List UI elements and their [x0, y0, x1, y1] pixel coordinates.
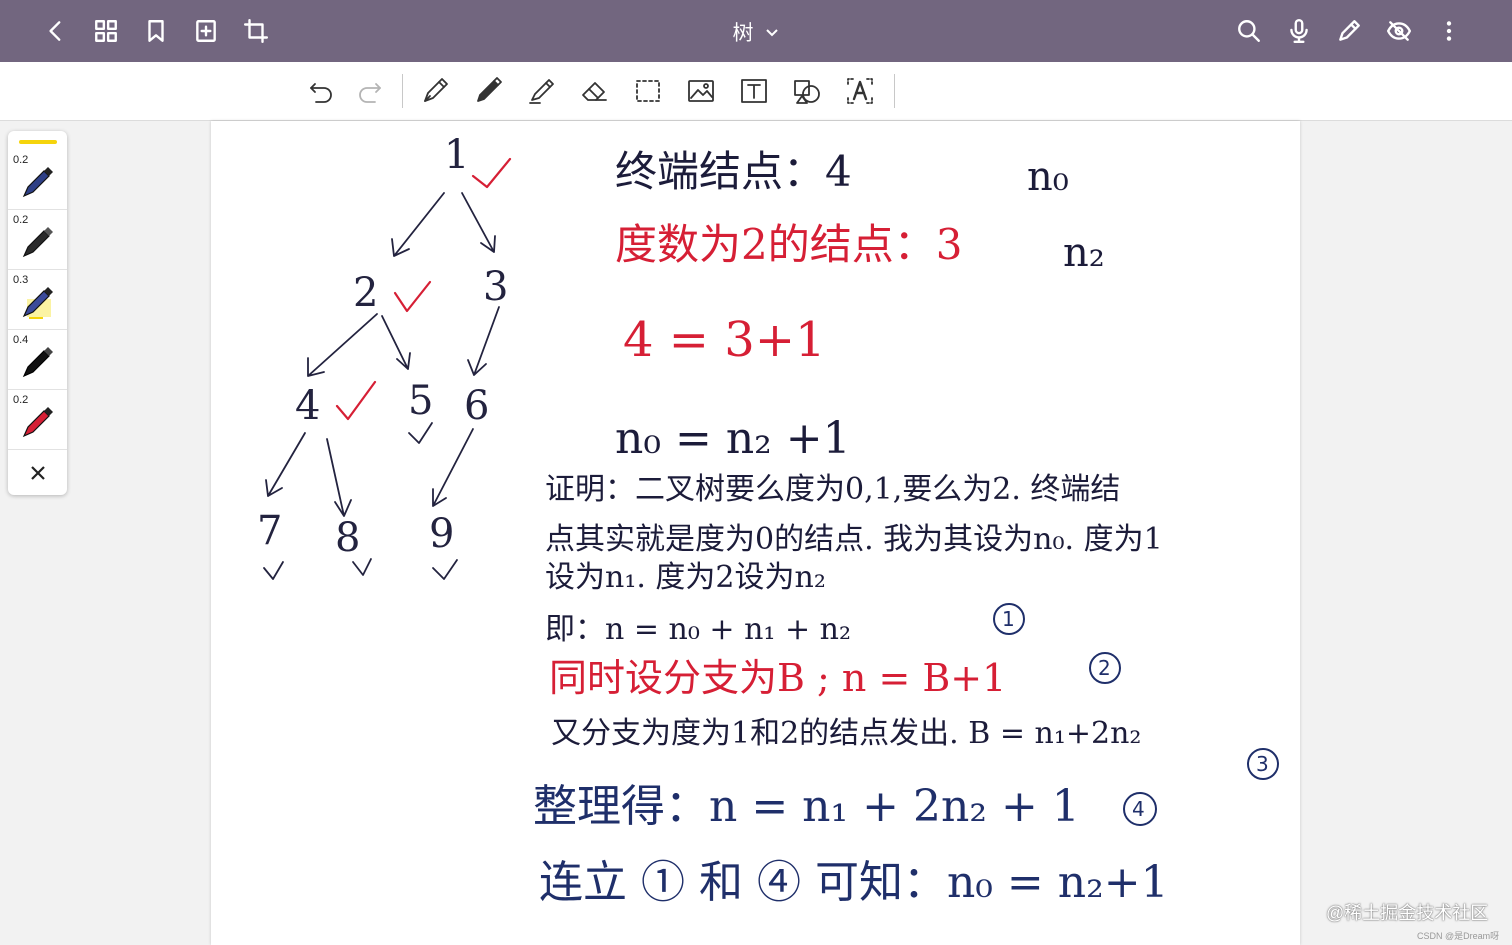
undo-icon[interactable] — [303, 73, 339, 109]
tree-node: 9 — [429, 511, 455, 557]
tree-node: 3 — [483, 264, 509, 310]
toolbar-divider — [402, 74, 403, 108]
circle-label-3: 3 — [1256, 752, 1269, 776]
lasso-select-icon[interactable] — [630, 73, 666, 109]
watermark: @稀土掘金技术社区 — [1326, 903, 1489, 923]
image-insert-icon[interactable] — [683, 73, 719, 109]
microphone-icon[interactable] — [1282, 14, 1316, 48]
pen-preset-1[interactable]: 0.2 — [8, 151, 67, 210]
more-options-icon[interactable] — [1432, 14, 1466, 48]
toolbar-divider — [894, 74, 895, 108]
red-pen-icon — [22, 407, 53, 438]
drawing-toolbar — [0, 62, 1512, 121]
note-degree2-nodes: 度数为2的结点：3 — [615, 220, 963, 269]
tree-edges — [265, 192, 500, 517]
tree-node: 4 — [295, 383, 321, 429]
blue-pen-icon — [22, 167, 53, 198]
note-n0-equation: n₀ = n₂ +1 — [615, 413, 851, 464]
pen-mode-icon[interactable] — [1332, 14, 1366, 48]
note-n0-symbol: n₀ — [1027, 154, 1069, 200]
proof-line-2: 点其实就是度为0的结点. 我为其设为n₀. 度为1 — [545, 522, 1163, 557]
credit-text: CSDN @是Dream呀 — [1417, 931, 1500, 941]
pen-preset-3-selected[interactable]: 0.3 — [8, 271, 67, 330]
redo-icon[interactable] — [352, 73, 388, 109]
pen-palette: 0.2 0.2 0.3 0.4 0.2 — [8, 131, 67, 495]
search-icon[interactable] — [1232, 14, 1266, 48]
chevron-down-icon — [765, 29, 778, 37]
highlighter-icon[interactable] — [523, 73, 559, 109]
text-box-icon[interactable] — [736, 73, 772, 109]
circle-label-4: 4 — [1132, 797, 1145, 821]
tree-node: 6 — [464, 383, 490, 429]
shape-tool-icon[interactable] — [789, 73, 825, 109]
fountain-pen-icon[interactable] — [417, 73, 453, 109]
ballpoint-pen-icon[interactable] — [470, 73, 506, 109]
highlight-color-swatch[interactable] — [19, 140, 57, 144]
tree-node: 1 — [444, 132, 470, 178]
crop-icon[interactable] — [239, 14, 273, 48]
close-palette-icon[interactable] — [8, 456, 67, 490]
note-terminal-nodes: 终端结点：4 — [615, 147, 852, 196]
proof-line-8: 连立 ① 和 ④ 可知：n₀ = n₂+1 — [539, 857, 1169, 908]
back-arrow-icon[interactable] — [39, 14, 73, 48]
proof-line-4: 即：n = n₀ + n₁ + n₂ — [545, 612, 851, 647]
proof-line-1: 证明：二叉树要么度为0,1,要么为2. 终端结 — [545, 472, 1121, 507]
tree-node: 7 — [257, 508, 283, 554]
top-app-bar: 树 — [0, 0, 1512, 62]
proof-line-7: 整理得：n = n₁ + 2n₂ + 1 — [533, 781, 1080, 832]
note-equation-red: 4 = 3+1 — [623, 312, 826, 368]
note-n2-symbol: n₂ — [1063, 230, 1105, 276]
circle-label-2: 2 — [1098, 656, 1111, 680]
highlighted-blue-pen-icon — [22, 287, 53, 319]
ocr-text-icon[interactable] — [842, 73, 878, 109]
bookmark-icon[interactable] — [139, 14, 173, 48]
eraser-icon[interactable] — [576, 73, 612, 109]
black-marker-icon — [22, 347, 53, 378]
tree-node: 2 — [353, 270, 379, 316]
pen-preset-5[interactable]: 0.2 — [8, 391, 67, 450]
hide-eye-icon[interactable] — [1382, 14, 1416, 48]
tree-node: 5 — [408, 378, 434, 424]
pen-preset-2[interactable]: 0.2 — [8, 211, 67, 270]
proof-line-3: 设为n₁. 度为2设为n₂ — [545, 560, 826, 595]
page-title: 树 — [732, 21, 754, 45]
pen-preset-4[interactable]: 0.4 — [8, 331, 67, 390]
black-pen-icon — [22, 227, 53, 258]
add-page-icon[interactable] — [189, 14, 223, 48]
notebook-title-dropdown[interactable]: 树 — [733, 17, 780, 47]
proof-line-5-red: 同时设分支为B ; n = B+1 — [549, 656, 1007, 700]
grid-view-icon[interactable] — [89, 14, 123, 48]
proof-line-6: 又分支为度为1和2的结点发出. B = n₁+2n₂ — [551, 716, 1142, 751]
circle-label-1: 1 — [1002, 607, 1015, 631]
note-page[interactable]: 1 2 3 4 5 6 7 8 9 终端结点：4 n₀ 度数为2的结点：3 n₂… — [211, 121, 1300, 945]
tree-node: 8 — [335, 515, 361, 561]
